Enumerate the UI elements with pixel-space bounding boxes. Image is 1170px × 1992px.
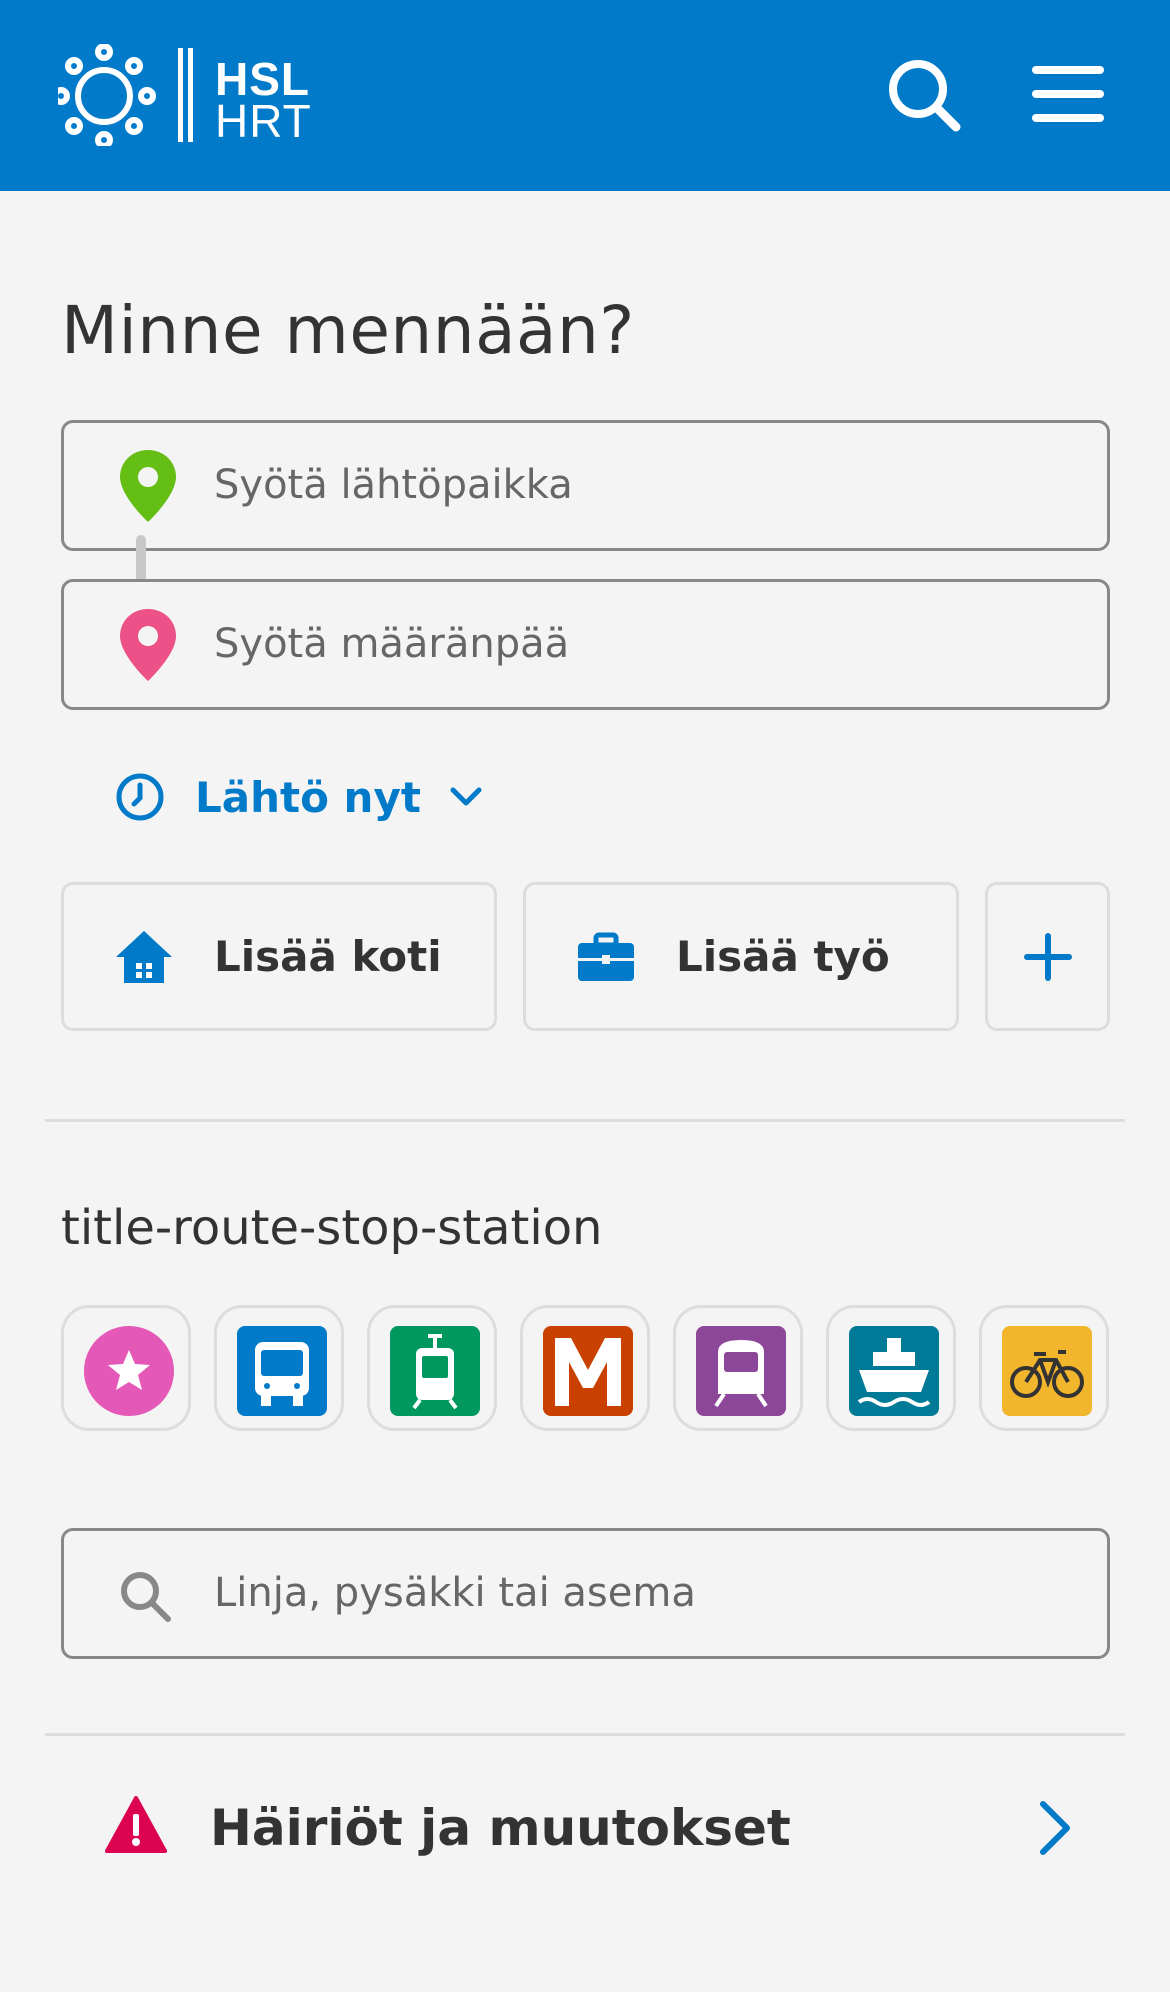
- mode-bus-button[interactable]: [214, 1305, 344, 1431]
- home-icon: [116, 931, 172, 983]
- chevron-down-icon: [450, 787, 482, 806]
- destination-pin-icon: [120, 609, 176, 681]
- mode-citybike-button[interactable]: [979, 1305, 1109, 1431]
- add-home-button[interactable]: Lisää koti: [61, 882, 497, 1031]
- metro-icon: [543, 1326, 633, 1416]
- train-icon: [696, 1326, 786, 1416]
- search-icon: [121, 1572, 171, 1622]
- destination-placeholder: Syötä määränpää: [214, 621, 570, 667]
- chevron-right-icon: [1040, 1801, 1070, 1855]
- disruptions-label: Häiriöt ja muutokset: [210, 1799, 791, 1857]
- mode-ferry-button[interactable]: [826, 1305, 956, 1431]
- add-work-label: Lisää työ: [676, 932, 890, 981]
- route-stop-search-input[interactable]: Linja, pysäkki tai asema: [61, 1528, 1110, 1659]
- disruptions-link[interactable]: Häiriöt ja muutokset: [45, 1738, 1125, 1918]
- plus-icon: [1024, 933, 1072, 981]
- origin-pin-icon: [120, 450, 176, 522]
- star-icon: [84, 1326, 174, 1416]
- warning-icon: [105, 1796, 167, 1853]
- logo-text-hrt: HRT: [215, 95, 312, 147]
- hsl-logo[interactable]: HSL HRT: [58, 44, 318, 146]
- citybike-icon: [1002, 1326, 1092, 1416]
- route-stop-search-placeholder: Linja, pysäkki tai asema: [214, 1570, 696, 1616]
- tram-icon: [390, 1326, 480, 1416]
- app-header: HSL HRT: [0, 0, 1170, 191]
- mode-tram-button[interactable]: [367, 1305, 497, 1431]
- add-home-label: Lisää koti: [214, 932, 442, 981]
- add-favourite-button[interactable]: [985, 882, 1110, 1031]
- briefcase-icon: [578, 932, 634, 981]
- ferry-icon: [849, 1326, 939, 1416]
- departure-time-selector[interactable]: Lähtö nyt: [115, 767, 483, 827]
- departure-time-label: Lähtö nyt: [195, 772, 421, 822]
- section-divider: [45, 1119, 1125, 1122]
- section-title-route-stop-station: title-route-stop-station: [61, 1200, 603, 1256]
- section-divider: [45, 1733, 1125, 1736]
- search-button[interactable]: [884, 55, 964, 135]
- clock-icon: [116, 773, 164, 821]
- origin-placeholder: Syötä lähtöpaikka: [214, 462, 573, 508]
- search-icon: [889, 60, 961, 132]
- destination-input[interactable]: Syötä määränpää: [61, 579, 1110, 710]
- mode-favourites-button[interactable]: [61, 1305, 191, 1431]
- bus-icon: [237, 1326, 327, 1416]
- page-title: Minne mennään?: [61, 292, 635, 369]
- add-work-button[interactable]: Lisää työ: [523, 882, 959, 1031]
- menu-icon: [1032, 66, 1104, 122]
- mode-metro-button[interactable]: [520, 1305, 650, 1431]
- menu-button[interactable]: [1028, 55, 1108, 135]
- origin-input[interactable]: Syötä lähtöpaikka: [61, 420, 1110, 551]
- mode-train-button[interactable]: [673, 1305, 803, 1431]
